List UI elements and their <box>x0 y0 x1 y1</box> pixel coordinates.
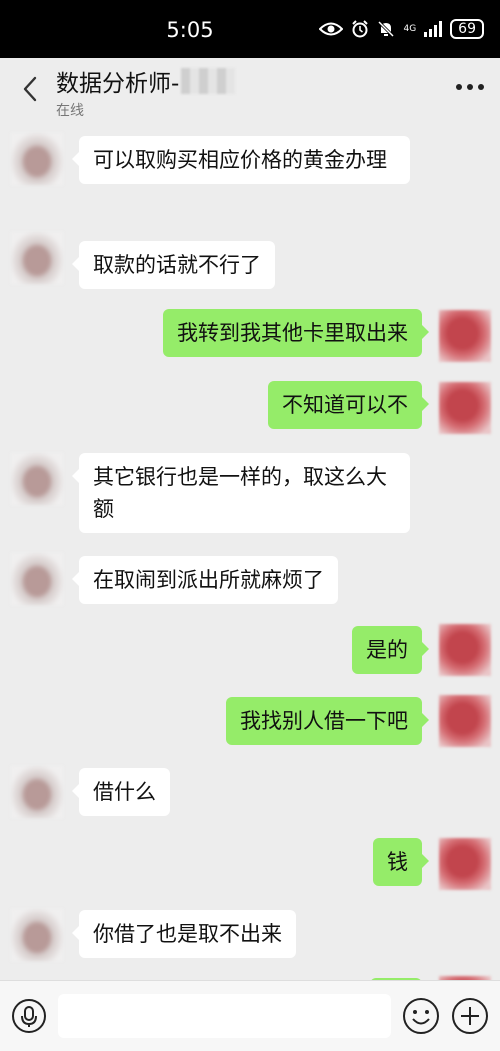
my-avatar[interactable] <box>439 382 491 434</box>
contact-name: 数据分析师- <box>56 71 180 97</box>
more-icon[interactable] <box>454 80 486 94</box>
contact-avatar[interactable] <box>11 909 63 961</box>
status-icons: 4G 69 <box>319 19 484 39</box>
message-bubble-received[interactable]: 可以取购买相应价格的黄金办理 <box>72 136 410 184</box>
eye-icon <box>319 22 344 36</box>
contact-avatar[interactable] <box>11 766 63 818</box>
input-bar <box>0 980 500 1051</box>
message-list[interactable]: 可以取购买相应价格的黄金办理 取款的话就不行了 我转到我其他卡里取出来 不知道可… <box>0 120 500 980</box>
alarm-icon <box>352 20 369 38</box>
emoji-icon[interactable] <box>402 997 440 1035</box>
my-avatar[interactable] <box>439 310 491 362</box>
network-type: 4G <box>403 23 417 34</box>
my-avatar[interactable] <box>439 838 491 890</box>
blurred-name-suffix <box>181 68 236 94</box>
message-bubble-sent[interactable]: 不知道可以不 <box>268 381 429 429</box>
contact-info[interactable]: 数据分析师- 在线 <box>56 64 236 120</box>
message-bubble-received[interactable]: 你借了也是取不出来 <box>72 910 296 958</box>
message-bubble-sent[interactable]: 我转到我其他卡里取出来 <box>163 309 429 357</box>
signal-icon <box>424 21 443 37</box>
chat-header: 数据分析师- 在线 <box>0 58 500 120</box>
message-bubble-received[interactable]: 取款的话就不行了 <box>72 241 275 289</box>
message-bubble-sent[interactable]: 我找别人借一下吧 <box>226 697 429 745</box>
message-bubble-received[interactable]: 在取闹到派出所就麻烦了 <box>72 556 338 604</box>
my-avatar[interactable] <box>439 624 491 676</box>
status-bar: 5:05 4G 69 <box>0 0 500 58</box>
message-input[interactable] <box>58 994 391 1038</box>
contact-status: 在线 <box>56 103 84 119</box>
message-bubble-sent[interactable]: 钱 <box>373 838 429 886</box>
my-avatar[interactable] <box>439 695 491 747</box>
contact-avatar[interactable] <box>11 133 63 185</box>
voice-icon[interactable] <box>11 998 47 1034</box>
back-chevron-icon[interactable] <box>16 72 46 106</box>
message-bubble-received[interactable]: 借什么 <box>72 768 170 816</box>
contact-avatar[interactable] <box>11 232 63 284</box>
mute-icon <box>378 20 395 38</box>
plus-icon[interactable] <box>451 997 489 1035</box>
contact-avatar[interactable] <box>11 453 63 505</box>
message-bubble-received[interactable]: 其它银行也是一样的，取这么大额 <box>72 453 410 533</box>
battery-icon: 69 <box>450 19 484 39</box>
message-bubble-sent[interactable]: 是的 <box>352 626 429 674</box>
contact-avatar[interactable] <box>11 553 63 605</box>
